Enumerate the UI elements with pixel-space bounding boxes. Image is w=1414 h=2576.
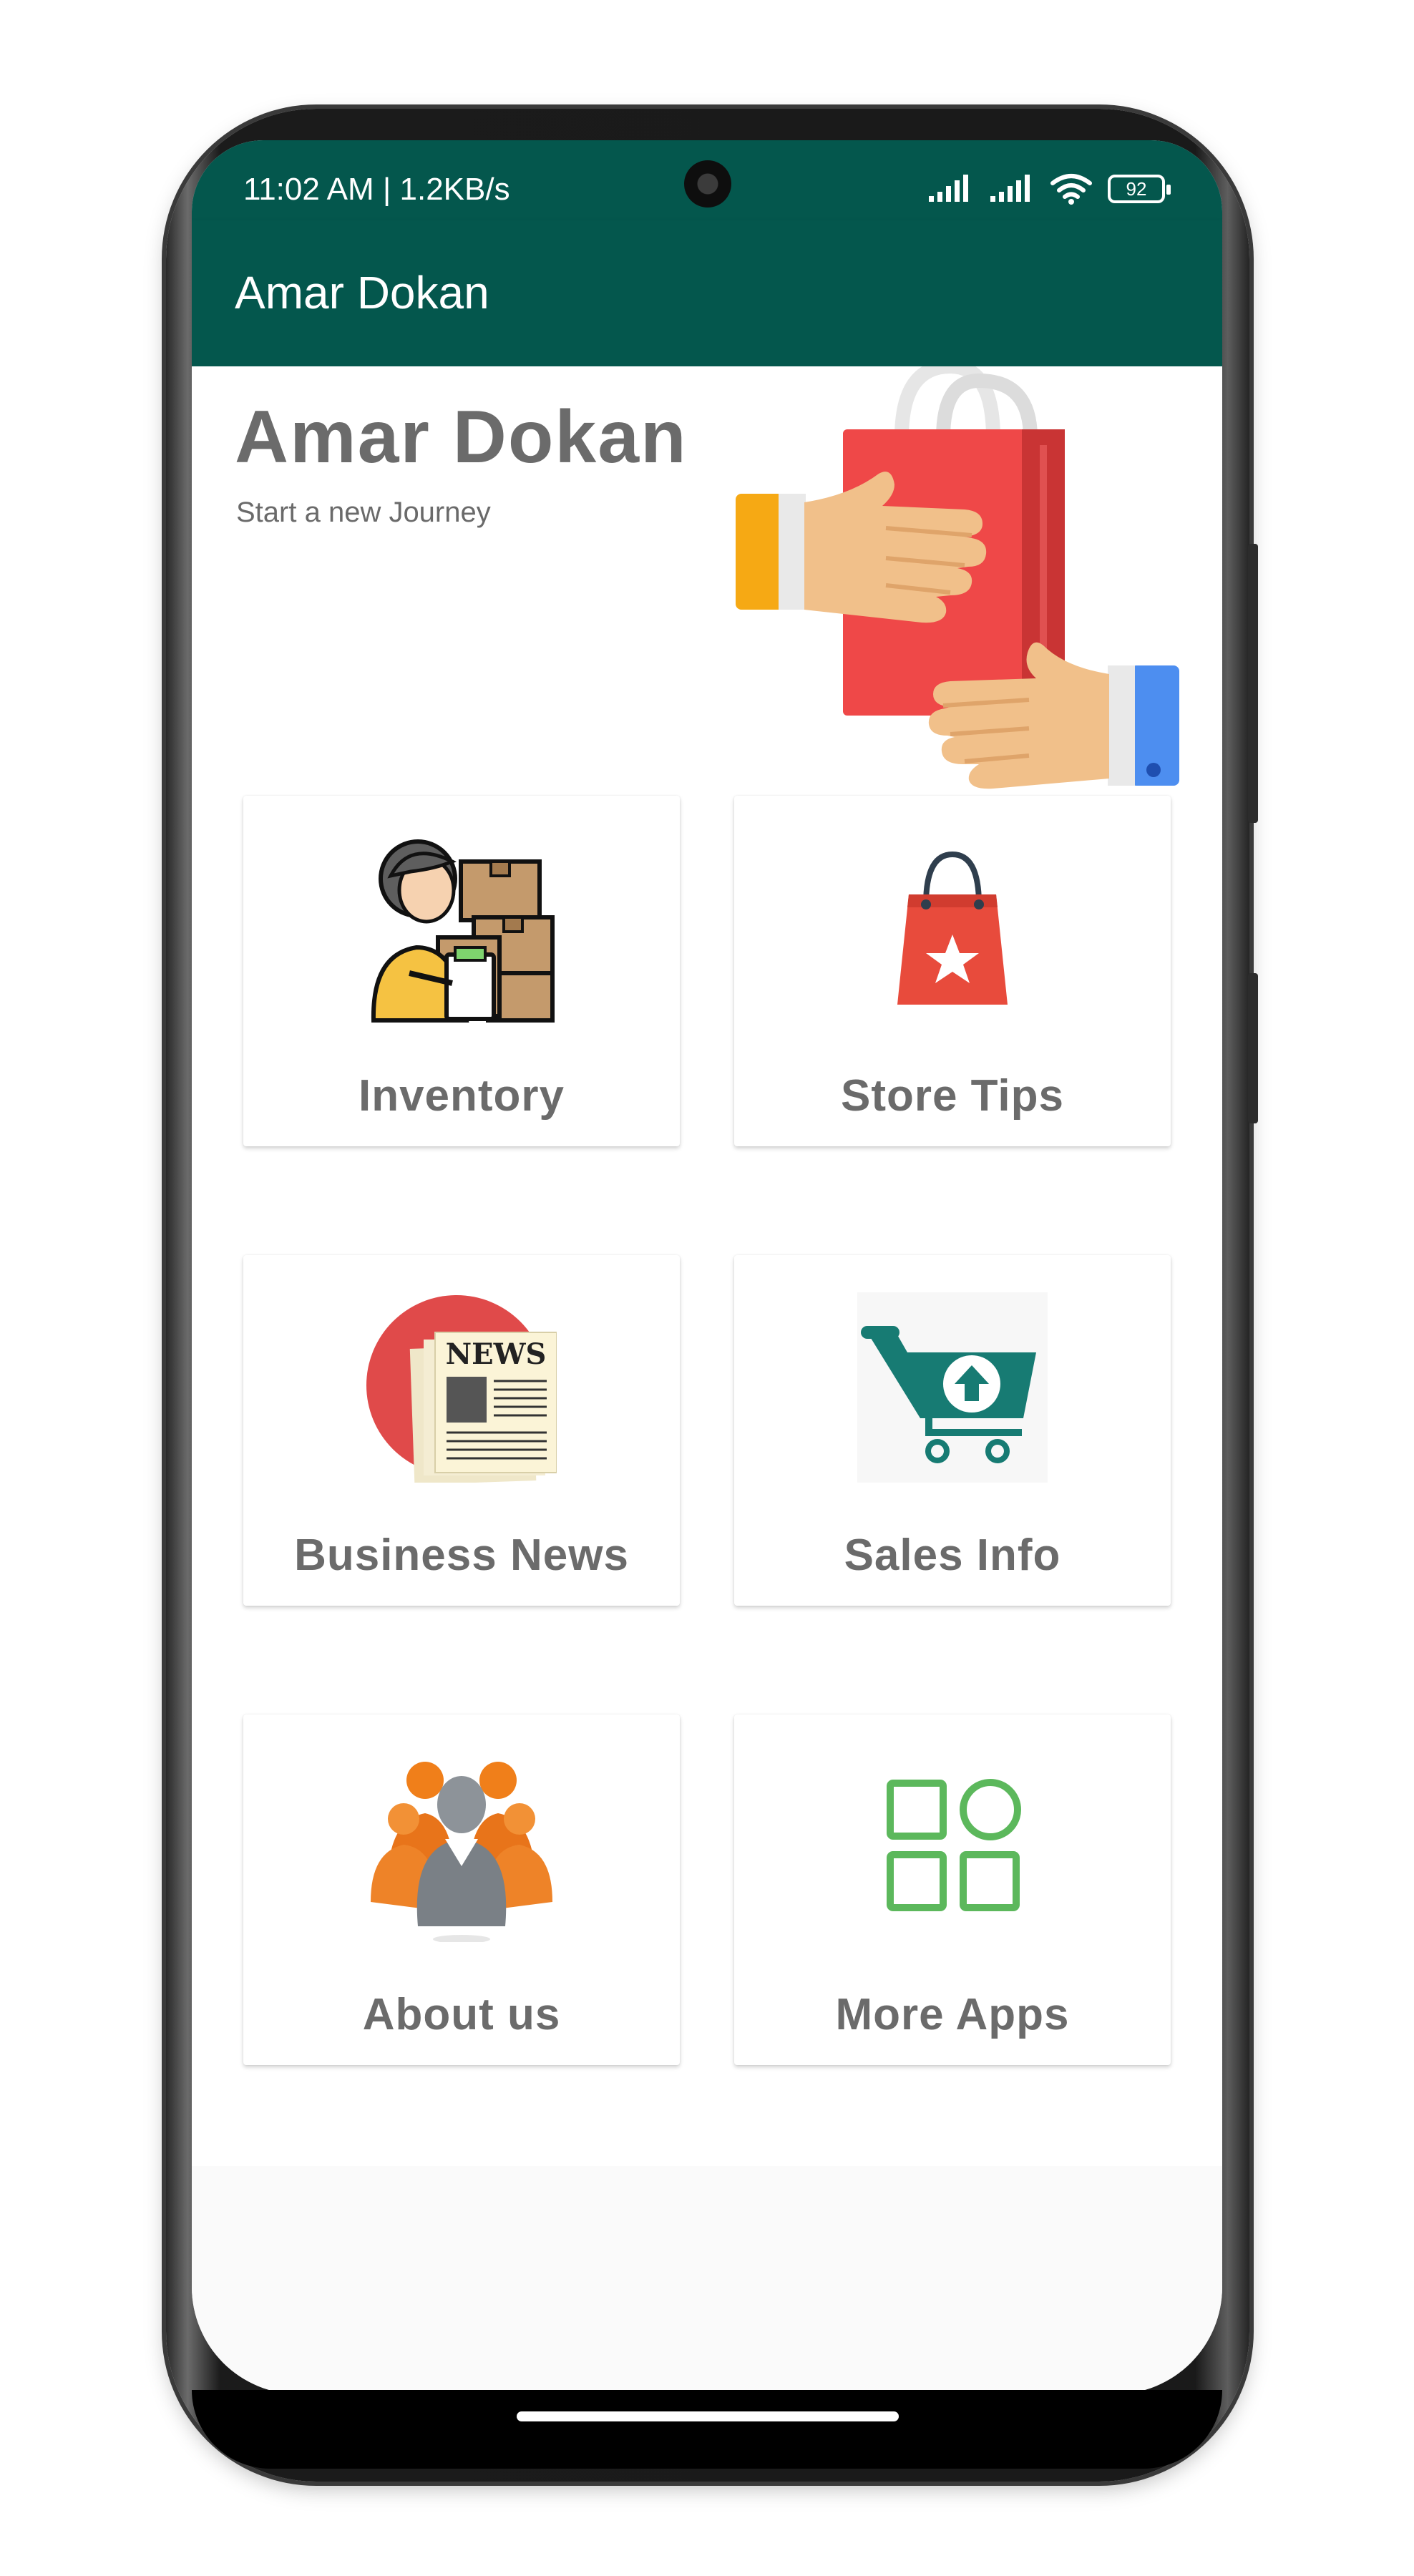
main-content: Amar Dokan Start a new Journey Inventory… bbox=[192, 366, 1222, 2166]
shopping-bag-handover-icon bbox=[736, 366, 1179, 789]
svg-text:NEWS: NEWS bbox=[446, 1337, 547, 1371]
hero-subtitle: Start a new Journey bbox=[236, 497, 491, 528]
menu-card-label: Sales Info bbox=[844, 1531, 1061, 1580]
bottom-bezel bbox=[192, 2390, 1222, 2469]
menu-card-label: Business News bbox=[294, 1531, 629, 1580]
status-bar: 11:02 AM | 1.2KB/s 92 bbox=[192, 140, 1222, 220]
hero-title: Amar Dokan bbox=[235, 396, 688, 479]
menu-card-store-tips[interactable]: Store Tips bbox=[734, 796, 1171, 1146]
apps-grid-icon bbox=[887, 1779, 1021, 1911]
device-mockup: 11:02 AM | 1.2KB/s 92 Amar Dokan Amar Do… bbox=[0, 0, 1414, 2576]
people-group-icon bbox=[371, 1762, 552, 1942]
app-bar: Amar Dokan bbox=[192, 220, 1222, 366]
menu-card-business-news[interactable]: NEWS Business News bbox=[243, 1255, 680, 1606]
front-camera bbox=[684, 160, 731, 208]
signal-icon-2 bbox=[990, 175, 1030, 202]
menu-card-about-us[interactable]: About us bbox=[243, 1714, 680, 2065]
menu-card-label: About us bbox=[362, 1990, 561, 2039]
screen: 11:02 AM | 1.2KB/s 92 Amar Dokan Amar Do… bbox=[192, 140, 1222, 2394]
signal-icon bbox=[929, 175, 968, 202]
battery-icon: 92 bbox=[1108, 175, 1171, 203]
menu-card-inventory[interactable]: Inventory bbox=[243, 796, 680, 1146]
volume-button bbox=[1248, 544, 1258, 823]
wifi-icon bbox=[1050, 174, 1092, 205]
status-time: 11:02 AM | 1.2KB/s bbox=[243, 172, 510, 207]
newspaper-icon: NEWS bbox=[366, 1295, 557, 1483]
empty-footer-area bbox=[192, 2166, 1222, 2394]
home-indicator[interactable] bbox=[517, 2411, 899, 2421]
shopping-bag-star-icon bbox=[897, 851, 1008, 1005]
menu-card-label: Inventory bbox=[358, 1071, 565, 1121]
shopping-cart-upload-icon bbox=[857, 1292, 1048, 1483]
status-icons: 92 bbox=[927, 173, 1171, 205]
menu-card-label: More Apps bbox=[835, 1990, 1070, 2039]
inventory-person-boxes-icon bbox=[371, 839, 555, 1023]
menu-card-label: Store Tips bbox=[840, 1071, 1065, 1121]
app-title: Amar Dokan bbox=[235, 267, 489, 318]
menu-card-more-apps[interactable]: More Apps bbox=[734, 1714, 1171, 2065]
power-button bbox=[1248, 973, 1258, 1123]
menu-card-sales-info[interactable]: Sales Info bbox=[734, 1255, 1171, 1606]
